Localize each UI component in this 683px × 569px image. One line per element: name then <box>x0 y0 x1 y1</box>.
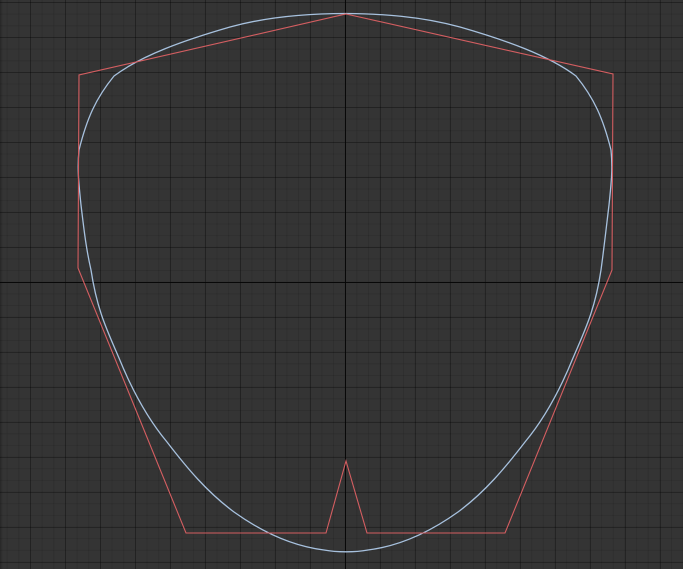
spline-curve[interactable] <box>78 14 612 552</box>
curve-canvas <box>0 0 683 569</box>
control-polygon[interactable] <box>78 14 613 533</box>
viewport-3d[interactable] <box>0 0 683 569</box>
